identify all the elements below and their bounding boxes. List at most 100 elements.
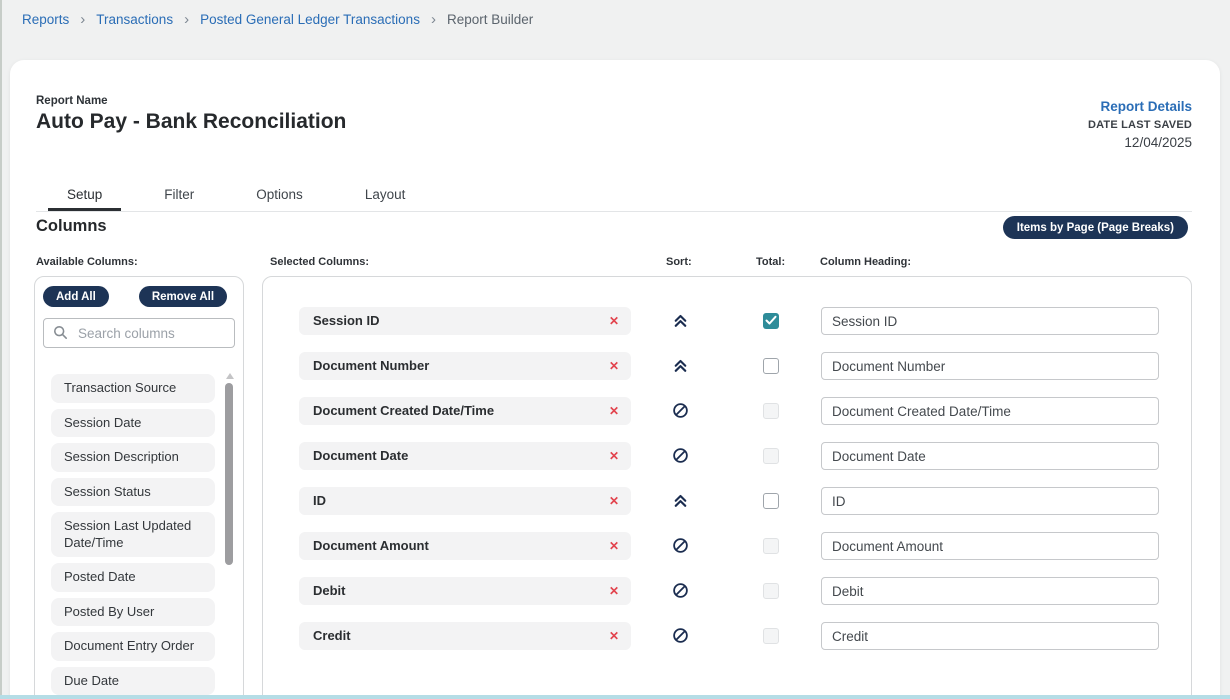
column-heading-input[interactable] [821,307,1159,335]
sort-double-chevron-up-icon[interactable] [672,492,689,509]
column-heading-input[interactable] [821,397,1159,425]
table-row: ID ✕ [263,487,1191,515]
selected-columns-panel: Session ID ✕ Document Number ✕ [262,276,1192,699]
tab-filter[interactable]: Filter [145,178,213,211]
column-heading-input[interactable] [821,622,1159,650]
search-columns-box [43,318,235,348]
remove-column-icon[interactable]: ✕ [609,577,619,605]
items-by-page-button[interactable]: Items by Page (Page Breaks) [1003,216,1188,239]
available-columns-list: Transaction Source Session Date Session … [51,374,215,695]
page-title: Auto Pay - Bank Reconciliation [36,110,346,134]
report-meta: Report Details DATE LAST SAVED 12/04/202… [1088,99,1192,150]
selected-column-label: Document Amount [313,532,429,560]
table-row: Document Date ✕ [263,442,1191,470]
list-item[interactable]: Document Entry Order [51,632,215,661]
search-input[interactable] [76,320,230,346]
list-item[interactable]: Session Last Updated Date/Time [51,512,215,557]
list-item[interactable]: Posted By User [51,598,215,627]
breadcrumb: Reports › Transactions › Posted General … [22,12,533,27]
no-sort-icon [672,627,689,644]
remove-column-icon[interactable]: ✕ [609,622,619,650]
column-heading-label: Column Heading: [820,256,911,268]
scrollbar-thumb[interactable] [225,383,233,565]
selected-column-label: Credit [313,622,351,650]
tab-bar: Setup Filter Options Layout [36,178,1192,212]
remove-column-icon[interactable]: ✕ [609,397,619,425]
remove-column-icon[interactable]: ✕ [609,532,619,560]
table-row: Session ID ✕ [263,307,1191,335]
list-item[interactable]: Session Date [51,409,215,438]
report-builder-card: Report Name Auto Pay - Bank Reconciliati… [10,60,1220,699]
total-checkbox[interactable] [763,358,779,374]
selected-column-chip[interactable]: Credit ✕ [299,622,631,650]
selected-column-label: ID [313,487,326,515]
remove-column-icon[interactable]: ✕ [609,352,619,380]
tab-options[interactable]: Options [237,178,322,211]
selected-column-label: Document Created Date/Time [313,397,494,425]
list-item[interactable]: Session Description [51,443,215,472]
list-item[interactable]: Session Status [51,478,215,507]
total-checkbox [763,628,779,644]
list-item[interactable]: Posted Date [51,563,215,592]
report-name-label: Report Name [36,95,108,107]
table-row: Debit ✕ [263,577,1191,605]
column-heading-input[interactable] [821,487,1159,515]
date-last-saved-label: DATE LAST SAVED [1088,119,1192,131]
tab-layout[interactable]: Layout [346,178,425,211]
breadcrumb-chevron-icon: › [80,13,85,26]
total-checkbox[interactable] [763,313,779,329]
window-edge [0,0,2,699]
selected-column-chip[interactable]: Document Amount ✕ [299,532,631,560]
selected-column-chip[interactable]: ID ✕ [299,487,631,515]
breadcrumb-link-transactions[interactable]: Transactions [96,12,173,27]
report-details-link[interactable]: Report Details [1088,99,1192,114]
add-all-button[interactable]: Add All [43,286,109,307]
sort-double-chevron-up-icon[interactable] [672,312,689,329]
scrollbar[interactable] [225,373,234,699]
column-heading-input[interactable] [821,532,1159,560]
total-label: Total: [756,256,785,268]
search-icon [53,325,68,340]
column-heading-input[interactable] [821,442,1159,470]
bottom-accent-bar [0,695,1230,699]
breadcrumb-current: Report Builder [447,12,533,27]
remove-column-icon[interactable]: ✕ [609,487,619,515]
remove-column-icon[interactable]: ✕ [609,442,619,470]
selected-column-chip[interactable]: Debit ✕ [299,577,631,605]
report-builder-page: Reports › Transactions › Posted General … [0,0,1230,699]
column-heading-input[interactable] [821,352,1159,380]
available-columns-label: Available Columns: [36,256,138,268]
remove-all-button[interactable]: Remove All [139,286,227,307]
sort-label: Sort: [666,256,692,268]
table-row: Document Created Date/Time ✕ [263,397,1191,425]
selected-column-chip[interactable]: Session ID ✕ [299,307,631,335]
scrollbar-up-arrow-icon[interactable] [226,373,234,379]
column-heading-input[interactable] [821,577,1159,605]
breadcrumb-link-posted-gl-transactions[interactable]: Posted General Ledger Transactions [200,12,420,27]
table-row: Document Amount ✕ [263,532,1191,560]
selected-column-label: Document Date [313,442,408,470]
total-checkbox [763,583,779,599]
no-sort-icon [672,537,689,554]
total-checkbox [763,448,779,464]
total-checkbox [763,538,779,554]
table-row: Credit ✕ [263,622,1191,650]
date-last-saved-value: 12/04/2025 [1088,135,1192,150]
selected-column-chip[interactable]: Document Date ✕ [299,442,631,470]
remove-column-icon[interactable]: ✕ [609,307,619,335]
selected-column-label: Document Number [313,352,429,380]
total-checkbox[interactable] [763,493,779,509]
available-columns-panel: Add All Remove All Transaction Source Se… [34,276,244,699]
selected-column-label: Session ID [313,307,379,335]
selected-column-chip[interactable]: Document Created Date/Time ✕ [299,397,631,425]
total-checkbox [763,403,779,419]
no-sort-icon [672,402,689,419]
breadcrumb-chevron-icon: › [431,13,436,26]
list-item[interactable]: Due Date [51,667,215,696]
selected-column-label: Debit [313,577,346,605]
breadcrumb-link-reports[interactable]: Reports [22,12,69,27]
list-item[interactable]: Transaction Source [51,374,215,403]
selected-column-chip[interactable]: Document Number ✕ [299,352,631,380]
sort-double-chevron-up-icon[interactable] [672,357,689,374]
tab-setup[interactable]: Setup [48,178,121,211]
